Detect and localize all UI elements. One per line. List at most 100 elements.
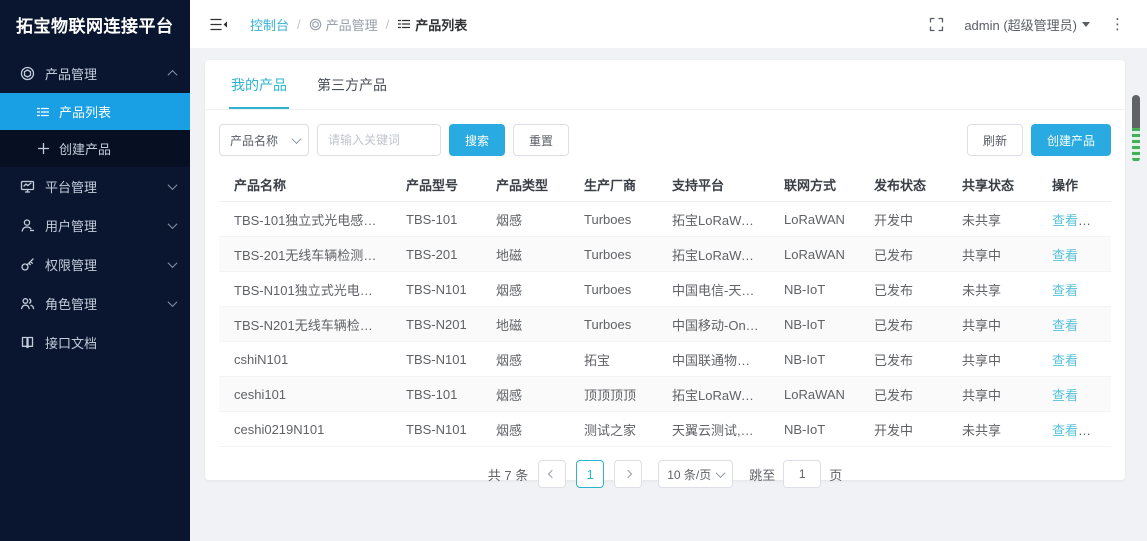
keyword-input[interactable] — [317, 124, 441, 156]
chevron-down-icon — [168, 258, 178, 268]
sidebar-subitem-创建产品[interactable]: 创建产品 — [0, 130, 190, 167]
cell-actions: 查看 — [1037, 272, 1111, 307]
jump-page-input[interactable] — [783, 460, 821, 488]
user-name: admin (超级管理员) — [964, 15, 1077, 34]
sidebar-item-权限管理[interactable]: 权限管理 — [0, 245, 190, 284]
prev-page-button[interactable] — [538, 460, 566, 488]
cell-manufacturer: Turboes — [569, 307, 657, 342]
tab-第三方产品[interactable]: 第三方产品 — [315, 60, 389, 109]
table-body: TBS-101独立式光电感烟火灾探测...TBS-101烟感Turboes拓宝L… — [219, 202, 1111, 447]
table-row: TBS-N101独立式光电感烟火灾探...TBS-N101烟感Turboes中国… — [219, 272, 1111, 307]
cell-actions: 查看 — [1037, 377, 1111, 412]
view-link[interactable]: 查看 — [1052, 388, 1078, 403]
cell-network: LoRaWAN — [769, 237, 859, 272]
cell-manufacturer: 拓宝 — [569, 342, 657, 377]
breadcrumb-separator: / — [297, 17, 301, 32]
platform-icon — [20, 179, 35, 194]
breadcrumb-item-控制台[interactable]: 控制台 — [250, 15, 289, 34]
jump-label: 跳至 — [749, 465, 775, 484]
search-button[interactable]: 搜索 — [449, 124, 505, 156]
cell-publish: 已发布 — [859, 237, 947, 272]
view-link[interactable]: 查看 — [1052, 213, 1078, 228]
cell-manufacturer: Turboes — [569, 272, 657, 307]
refresh-button[interactable]: 刷新 — [967, 124, 1023, 156]
cell-share: 未共享 — [947, 412, 1037, 447]
cell-actions: 查看 — [1037, 307, 1111, 342]
cell-network: NB-IoT — [769, 412, 859, 447]
document-icon — [20, 335, 35, 350]
cell-network: NB-IoT — [769, 307, 859, 342]
column-header-产品型号: 产品型号 — [391, 168, 481, 202]
cell-platform: 中国电信-天翼云平台,... — [657, 272, 769, 307]
create-product-button[interactable]: 创建产品 — [1031, 124, 1111, 156]
page-size-select[interactable]: 10 条/页 — [658, 460, 733, 488]
cell-manufacturer: Turboes — [569, 237, 657, 272]
breadcrumb: 控制台/产品管理/产品列表 — [250, 15, 467, 34]
sidebar-item-label: 产品管理 — [45, 64, 169, 83]
current-page-button[interactable]: 1 — [576, 460, 604, 488]
chevron-up-icon — [168, 70, 178, 80]
sidebar-nav: 产品管理产品列表创建产品平台管理用户管理权限管理角色管理接口文档 — [0, 48, 190, 541]
scrollbar-thumb[interactable] — [1132, 95, 1140, 162]
table-row: ceshi0219N101TBS-N101烟感测试之家天翼云测试,UDP,华为.… — [219, 412, 1111, 447]
column-header-产品类型: 产品类型 — [481, 168, 569, 202]
key-icon — [20, 257, 35, 272]
cell-actions: 查看 — [1037, 342, 1111, 377]
sidebar-item-接口文档[interactable]: 接口文档 — [0, 323, 190, 362]
next-page-button[interactable] — [614, 460, 642, 488]
cell-type: 烟感 — [481, 202, 569, 237]
page-jump: 跳至 页 — [749, 460, 842, 488]
view-link[interactable]: 查看 — [1052, 248, 1078, 263]
sidebar-item-label: 角色管理 — [45, 294, 169, 313]
sidebar-item-label: 接口文档 — [45, 333, 176, 352]
sidebar-subitem-label: 创建产品 — [59, 139, 111, 158]
sidebar-item-平台管理[interactable]: 平台管理 — [0, 167, 190, 206]
sidebar-item-label: 用户管理 — [45, 216, 169, 235]
sidebar-item-用户管理[interactable]: 用户管理 — [0, 206, 190, 245]
chevron-down-icon — [168, 180, 178, 190]
page-scrollbar[interactable] — [1131, 0, 1141, 541]
app-title: 拓宝物联网连接平台 — [0, 0, 190, 48]
cell-share: 共享中 — [947, 342, 1037, 377]
table-row: TBS-N201无线车辆检测器--勿删! ...TBS-N201地磁Turboe… — [219, 307, 1111, 342]
table-row: ceshi101TBS-101烟感顶顶顶顶拓宝LoRaWan平台LoRaWAN已… — [219, 377, 1111, 412]
fullscreen-icon[interactable] — [929, 17, 944, 32]
cell-model: TBS-101 — [391, 202, 481, 237]
cell-platform: 中国联通物联网平台,... — [657, 342, 769, 377]
breadcrumb-item-产品列表: 产品列表 — [397, 15, 467, 34]
user-dropdown[interactable]: admin (超级管理员) — [964, 15, 1090, 34]
more-menu-icon[interactable]: ⋮ — [1110, 17, 1125, 32]
cell-share: 未共享 — [947, 272, 1037, 307]
plus-icon — [36, 142, 50, 156]
total-count: 共 7 条 — [488, 465, 528, 484]
breadcrumb-label: 产品管理 — [326, 15, 378, 34]
cell-share: 共享中 — [947, 307, 1037, 342]
topbar: 控制台/产品管理/产品列表 admin (超级管理员) ⋮ — [190, 0, 1147, 48]
chevron-down-icon — [168, 297, 178, 307]
sidebar-item-label: 平台管理 — [45, 177, 169, 196]
breadcrumb-label: 产品列表 — [415, 15, 467, 34]
column-header-操作: 操作 — [1037, 168, 1111, 202]
cell-platform: 拓宝LoRaWan平台 — [657, 377, 769, 412]
filter-toolbar: 产品名称 搜索 重置 刷新 创建产品 — [205, 110, 1125, 156]
view-link[interactable]: 查看 — [1052, 353, 1078, 368]
main-area: 控制台/产品管理/产品列表 admin (超级管理员) ⋮ 我的产品第三方产品 … — [190, 0, 1147, 541]
cell-share: 共享中 — [947, 377, 1037, 412]
jump-suffix: 页 — [829, 465, 842, 484]
sidebar-subitem-产品列表[interactable]: 产品列表 — [0, 93, 190, 130]
view-link[interactable]: 查看 — [1052, 423, 1078, 438]
product-list-card: 我的产品第三方产品 产品名称 搜索 重置 刷新 创建产品 — [205, 60, 1125, 480]
sidebar-collapse-icon[interactable] — [210, 17, 228, 32]
sidebar-item-产品管理[interactable]: 产品管理 — [0, 54, 190, 93]
product-icon — [20, 66, 35, 81]
tab-我的产品[interactable]: 我的产品 — [229, 60, 289, 109]
view-link[interactable]: 查看 — [1052, 318, 1078, 333]
cell-model: TBS-N101 — [391, 342, 481, 377]
cell-name: TBS-201无线车辆检测器--勿删! ... — [219, 237, 391, 272]
sidebar-item-角色管理[interactable]: 角色管理 — [0, 284, 190, 323]
cell-platform: 天翼云测试,UDP,华为... — [657, 412, 769, 447]
filter-field-select[interactable]: 产品名称 — [219, 124, 309, 156]
cell-publish: 已发布 — [859, 342, 947, 377]
reset-button[interactable]: 重置 — [513, 124, 569, 156]
view-link[interactable]: 查看 — [1052, 283, 1078, 298]
